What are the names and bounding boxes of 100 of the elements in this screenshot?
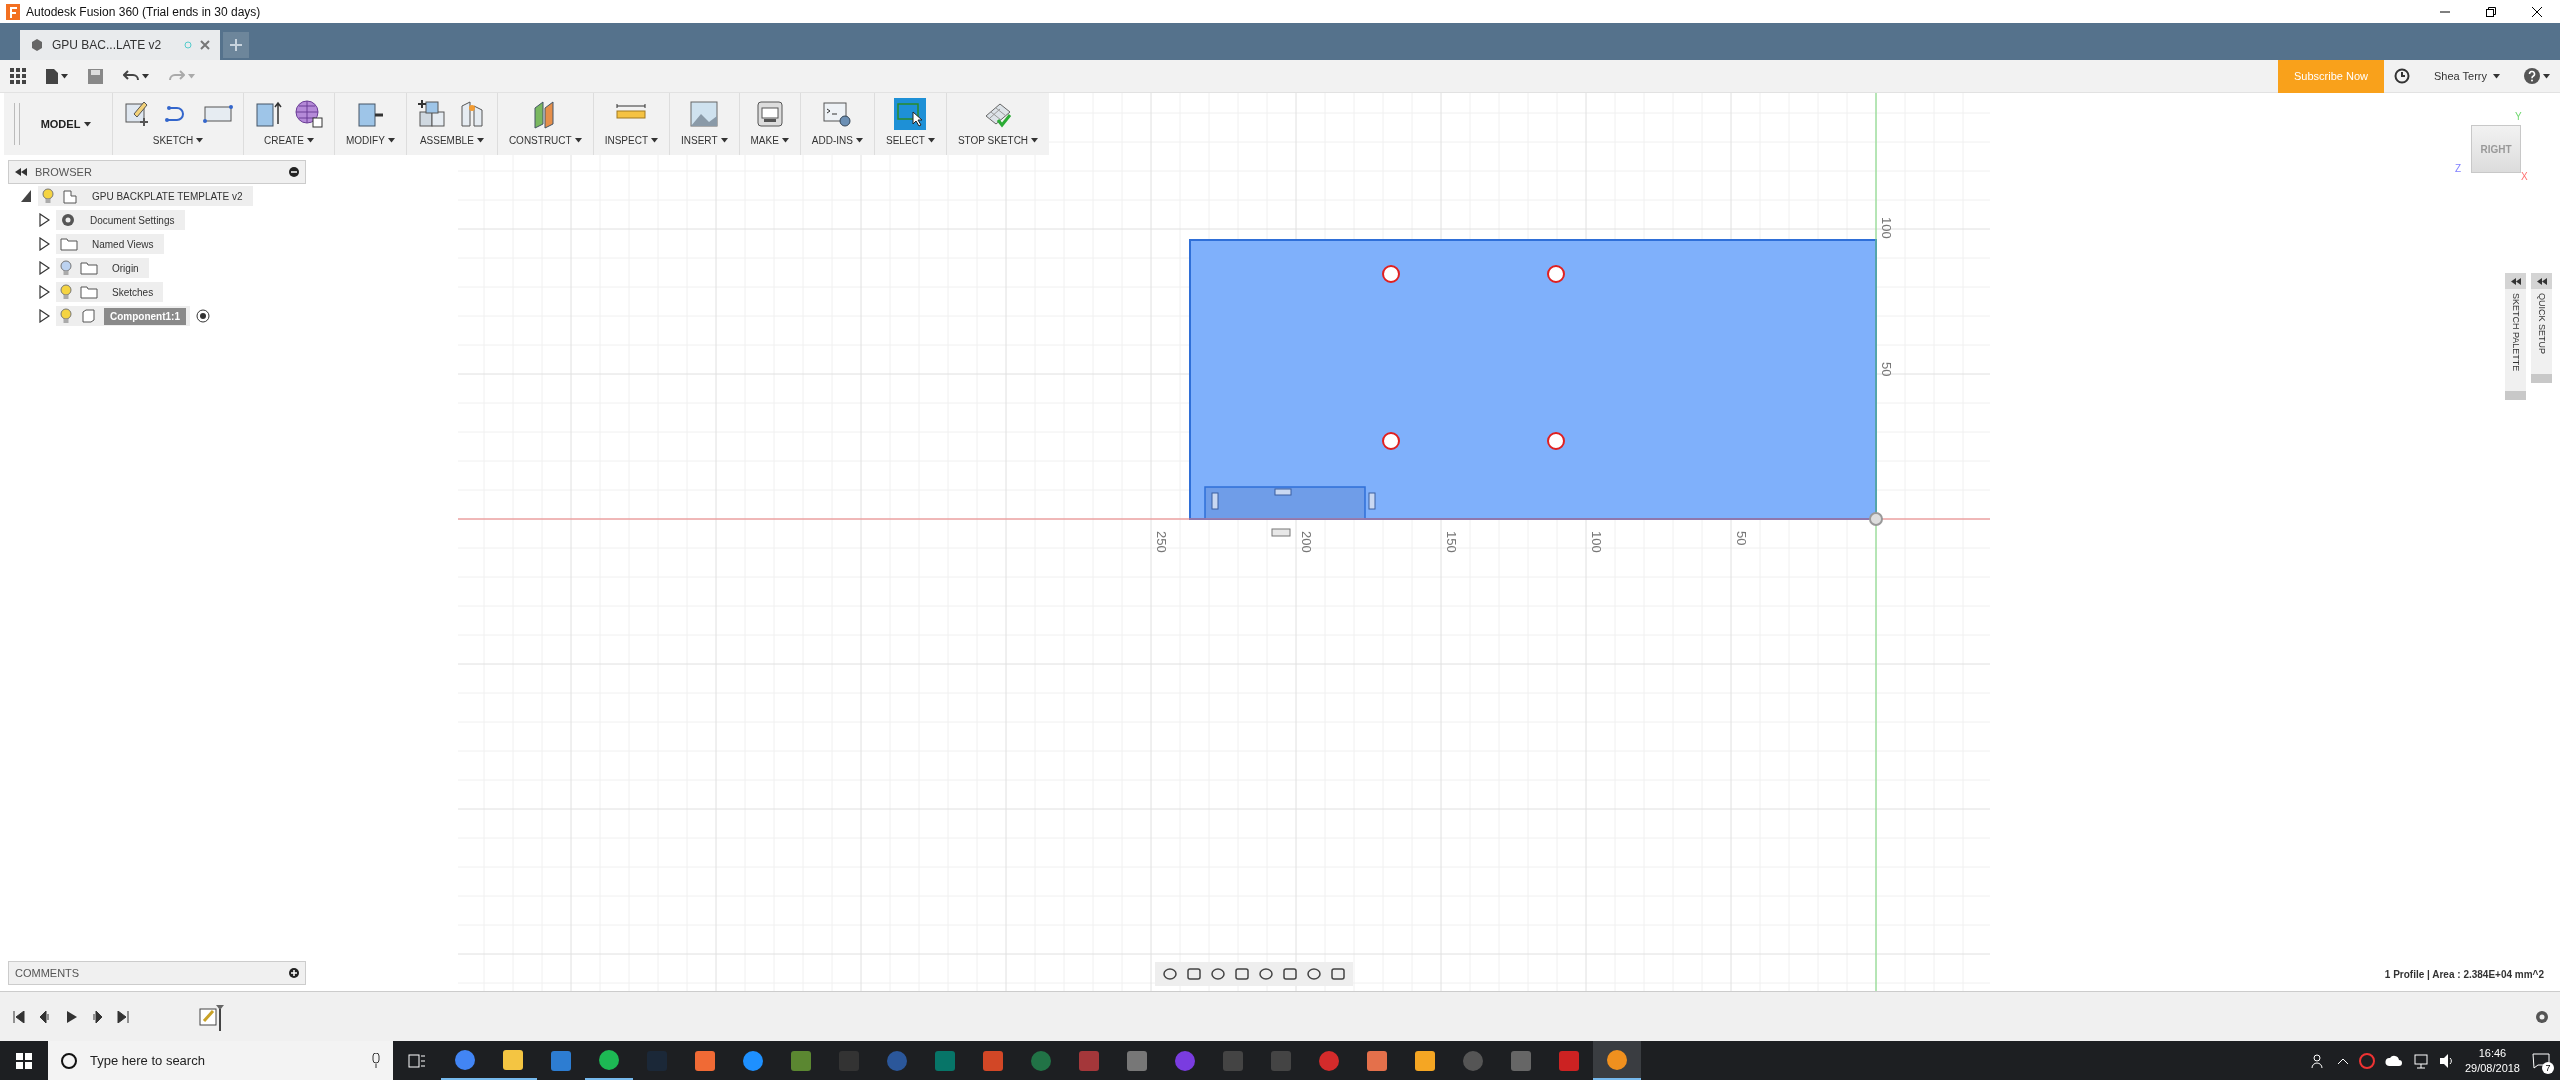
toolbar-menu[interactable]: ASSEMBLE	[417, 133, 486, 148]
toolbar-menu[interactable]: CREATE	[262, 133, 316, 148]
workspace-menu[interactable]: MODEL	[20, 93, 112, 155]
caret-icon	[387, 138, 395, 143]
app-icon	[455, 1049, 475, 1070]
close-icon	[2532, 6, 2542, 17]
close-icon[interactable]	[200, 40, 210, 50]
caret-icon	[574, 138, 582, 143]
select-window-button[interactable]	[894, 98, 927, 130]
expand-triangle-icon[interactable]	[38, 213, 50, 227]
app-icon	[983, 1050, 1003, 1071]
app-icon	[887, 1050, 907, 1071]
status-text: 1 Profile | Area : 2.384E+04 mm^2	[2384, 969, 2544, 980]
volume-icon[interactable]	[2438, 1052, 2455, 1069]
hole-circle	[1382, 265, 1400, 283]
expand-panel-button[interactable]	[2531, 273, 2552, 289]
collapse-icon[interactable]	[15, 168, 27, 176]
app-icon	[1559, 1050, 1579, 1071]
light-bulb-icon[interactable]	[60, 308, 72, 324]
app-icon	[1175, 1050, 1195, 1071]
app-logo-icon	[6, 3, 20, 20]
undo-icon	[123, 70, 139, 82]
plus-circle-icon[interactable]	[289, 968, 299, 978]
settings-icon[interactable]	[2534, 1008, 2550, 1025]
new-tab-button[interactable]	[223, 32, 249, 58]
toolbar-menu[interactable]: MAKE	[748, 133, 791, 148]
new-component-button[interactable]	[415, 98, 448, 130]
caret-icon	[142, 73, 149, 79]
search-bar[interactable]: Type here to search	[48, 1041, 393, 1080]
panel-title: QUICK SETUP	[2536, 292, 2547, 356]
toolbar-menu[interactable]: CONSTRUCT	[506, 133, 584, 148]
caret-icon	[927, 138, 935, 143]
double-arrow-icon	[2510, 277, 2521, 285]
toolbar-menu[interactable]: INSERT	[679, 133, 730, 148]
hole-circle	[1547, 432, 1565, 450]
light-bulb-icon[interactable]	[42, 188, 54, 204]
notification-button[interactable]: 7	[2530, 1049, 2552, 1072]
active-radio-icon[interactable]	[196, 309, 210, 323]
chevron-up-icon[interactable]	[2336, 1056, 2349, 1065]
axis-label: 50	[1879, 362, 1894, 377]
form-button[interactable]	[293, 98, 325, 130]
expand-triangle-icon[interactable]	[38, 285, 50, 299]
document-tab[interactable]: GPU BAC...LATE v2	[20, 30, 220, 60]
app-icon	[503, 1049, 523, 1070]
expand-triangle-icon[interactable]	[20, 189, 32, 203]
axis-label: 50	[1734, 531, 1749, 546]
expand-panel-button[interactable]	[2505, 273, 2526, 289]
message-icon	[2532, 1052, 2550, 1069]
plus-icon	[230, 39, 242, 51]
windows-logo-icon	[16, 1052, 32, 1069]
tray-app-icon[interactable]	[2358, 1052, 2375, 1069]
resize-handle[interactable]	[2505, 391, 2526, 401]
clock[interactable]: 16:46 29/08/2018	[2464, 1045, 2520, 1076]
app-icon	[1271, 1050, 1291, 1071]
network-icon[interactable]	[2412, 1052, 2429, 1069]
save-icon	[88, 68, 103, 84]
toolbar-menu[interactable]: SKETCH	[150, 133, 206, 148]
light-bulb-icon[interactable]	[60, 284, 72, 300]
toolbar-menu[interactable]: ADD-INS	[809, 133, 865, 148]
window-title: Autodesk Fusion 360 (Trial ends in 30 days)	[26, 4, 262, 19]
user-menu[interactable]: Shea Terry	[2420, 70, 2514, 82]
expand-triangle-icon[interactable]	[38, 261, 50, 275]
caret-icon	[856, 138, 863, 143]
minus-circle-icon[interactable]	[289, 167, 299, 177]
cloud-icon[interactable]	[2384, 1053, 2403, 1068]
constraint-icon	[1271, 528, 1291, 537]
component-icon	[62, 188, 78, 204]
sketch-feature-icon[interactable]	[198, 1002, 224, 1031]
expand-triangle-icon[interactable]	[38, 309, 50, 323]
image-button[interactable]	[688, 98, 721, 130]
app-icon	[1463, 1050, 1483, 1071]
caret-icon	[476, 138, 484, 143]
toolbar-menu[interactable]: STOP SKETCH	[955, 133, 1041, 148]
caret-icon	[720, 138, 728, 143]
axis-label: 100	[1879, 217, 1894, 239]
light-bulb-icon[interactable]	[60, 260, 72, 276]
axis-label: 200	[1299, 531, 1314, 553]
resize-handle[interactable]	[2531, 374, 2552, 383]
expand-triangle-icon[interactable]	[38, 237, 50, 251]
app-icon	[1031, 1050, 1051, 1071]
search-field[interactable]: Type here to search	[88, 1052, 361, 1069]
app-icon	[551, 1050, 571, 1071]
caret-icon	[196, 138, 204, 143]
restore-icon	[2486, 6, 2496, 17]
app-icon	[1319, 1050, 1339, 1071]
toolbar-menu[interactable]: SELECT	[884, 133, 937, 148]
task-view-icon	[408, 1053, 426, 1068]
origin-point	[1869, 512, 1883, 526]
circle-icon	[60, 1051, 78, 1070]
toolbar-menu[interactable]: INSPECT	[602, 133, 660, 148]
app-button[interactable]	[1593, 1041, 1641, 1080]
app-icon	[1415, 1050, 1435, 1071]
toolbar-menu[interactable]: MODIFY	[344, 133, 397, 148]
app-icon	[1367, 1050, 1387, 1071]
help-icon	[2524, 68, 2540, 84]
caret-icon	[84, 121, 92, 127]
clock-icon	[2394, 68, 2410, 84]
new-component-icon	[415, 98, 448, 130]
app-icon	[1511, 1050, 1531, 1071]
microphone-icon[interactable]	[371, 1052, 381, 1069]
